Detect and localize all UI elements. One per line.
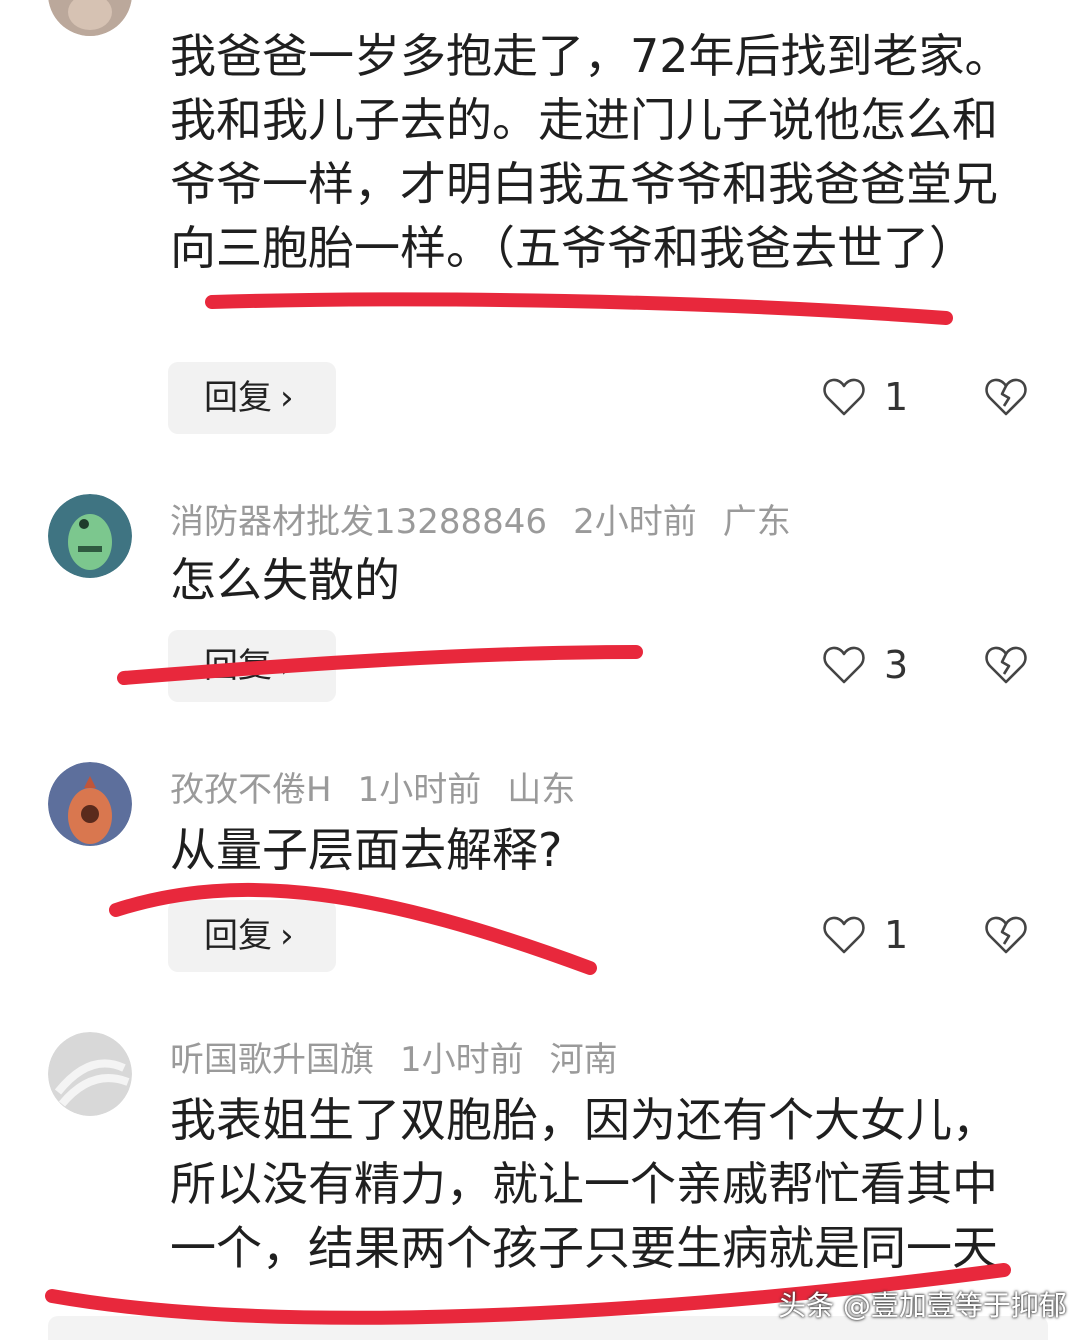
- like-button[interactable]: 1: [820, 910, 930, 960]
- reply-button[interactable]: 回复 ›: [168, 630, 336, 702]
- like-count: 1: [884, 375, 909, 419]
- avatar[interactable]: [48, 1032, 132, 1116]
- timestamp: 1小时前: [400, 1040, 524, 1080]
- dislike-button[interactable]: [982, 372, 1030, 420]
- avatar-image: [48, 494, 132, 578]
- comment-meta: 听国歌升国旗 1小时前 河南: [170, 1032, 644, 1081]
- reply-label: 回复: [204, 646, 272, 686]
- watermark: 头条 @壹加壹等于抑郁: [778, 1289, 1067, 1322]
- username[interactable]: 孜孜不倦H: [170, 770, 332, 810]
- annotation-underline: [205, 292, 953, 325]
- avatar-image: [48, 762, 132, 846]
- comment-text: 我爸爸一岁多抱走了，72年后找到老家。我和我儿子去的。走进门儿子说他怎么和爷爷一…: [170, 29, 1011, 275]
- comment-meta: 孜孜不倦H 1小时前 山东: [170, 762, 601, 811]
- avatar-image: [48, 0, 132, 36]
- like-count: 1: [884, 913, 909, 957]
- broken-heart-icon: [985, 378, 1027, 416]
- broken-heart-icon: [985, 916, 1027, 954]
- reply-label: 回复: [204, 916, 272, 956]
- like-button[interactable]: 3: [820, 640, 930, 690]
- comment-meta: 消防器材批发13288846 2小时前 广东: [170, 494, 817, 543]
- chevron-right-icon: ›: [280, 378, 294, 418]
- heart-icon: [823, 916, 865, 954]
- reply-button[interactable]: 回复 ›: [168, 362, 336, 434]
- reply-label: 回复: [204, 378, 272, 418]
- timestamp: 2小时前: [573, 502, 697, 542]
- broken-heart-icon: [985, 646, 1027, 684]
- like-button[interactable]: 1: [820, 372, 930, 422]
- dislike-button[interactable]: [982, 910, 1030, 958]
- heart-icon: [823, 646, 865, 684]
- location: 广东: [722, 502, 791, 542]
- chevron-right-icon: ›: [280, 916, 294, 956]
- location: 山东: [507, 770, 576, 810]
- comment-text: 怎么失散的: [170, 553, 400, 607]
- username[interactable]: 消防器材批发13288846: [170, 502, 547, 542]
- chevron-right-icon: ›: [280, 646, 294, 686]
- username[interactable]: 听国歌升国旗: [170, 1040, 374, 1080]
- avatar-image: [48, 1032, 132, 1116]
- like-count: 3: [884, 643, 909, 687]
- heart-icon: [823, 378, 865, 416]
- reply-button[interactable]: 回复 ›: [168, 900, 336, 972]
- avatar[interactable]: [48, 0, 132, 36]
- comment-text: 从量子层面去解释?: [170, 823, 563, 877]
- location: 河南: [549, 1040, 618, 1080]
- comment-text: 我表姐生了双胞胎，因为还有个大女儿，所以没有精力，就让一个亲戚帮忙看其中一个，结…: [170, 1093, 998, 1275]
- dislike-button[interactable]: [982, 640, 1030, 688]
- avatar[interactable]: [48, 762, 132, 846]
- avatar[interactable]: [48, 494, 132, 578]
- timestamp: 1小时前: [357, 770, 482, 810]
